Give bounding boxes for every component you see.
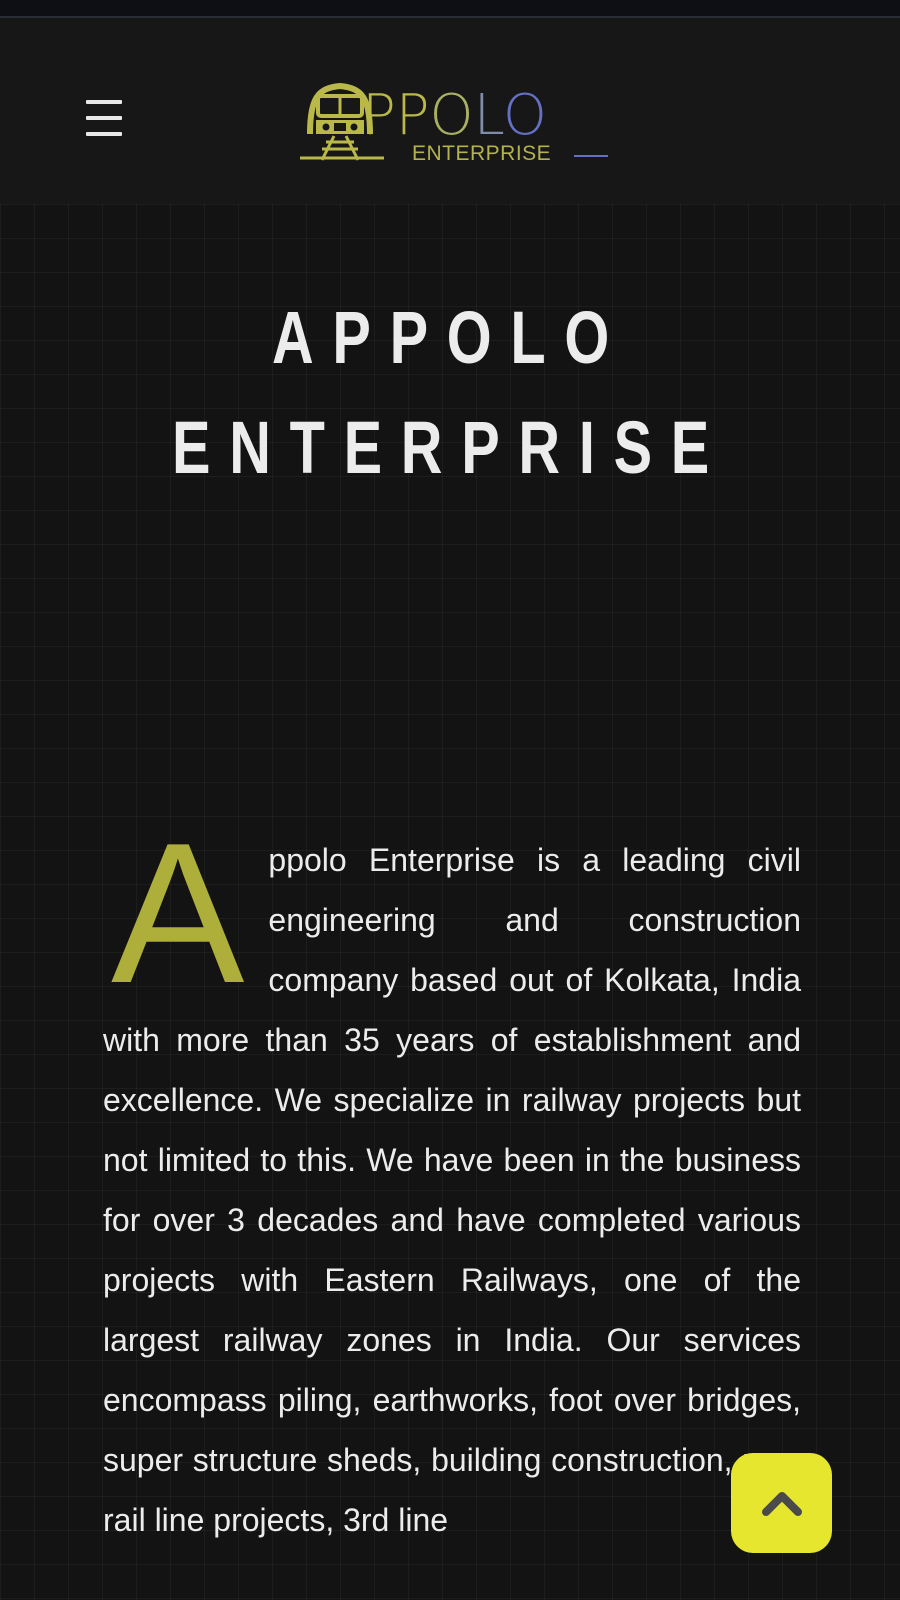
site-header: PPOLO ENTERPRISE: [0, 18, 900, 204]
hero-title-line1: APPOLO: [271, 296, 629, 379]
logo-underline: [574, 155, 608, 157]
drop-cap: A: [111, 802, 245, 1025]
scroll-to-top-button[interactable]: [731, 1453, 832, 1553]
logo-letter-l: L: [473, 83, 503, 148]
browser-top-edge: [0, 0, 900, 18]
logo-subtitle: ENTERPRISE: [412, 142, 552, 165]
site-logo[interactable]: PPOLO ENTERPRISE: [296, 68, 616, 168]
hero-title-line2: ENTERPRISE: [171, 406, 729, 489]
logo-letters-pp: PP: [362, 83, 430, 148]
logo-letter-o-end: O: [502, 83, 547, 148]
chevron-up-icon: [761, 1492, 802, 1516]
about-paragraph: A ppolo Enterprise is a leading civil en…: [103, 802, 801, 1550]
logo-letter-o: O: [429, 83, 474, 148]
hamburger-menu-icon[interactable]: [86, 100, 124, 136]
logo-wordmark: PPOLO: [362, 84, 547, 148]
